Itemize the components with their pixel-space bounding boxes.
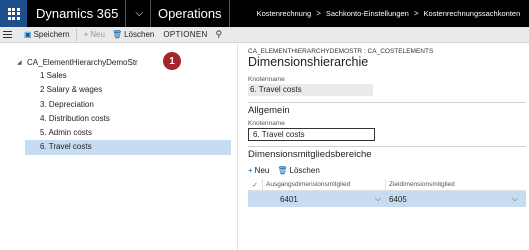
callout-badge: 1 [163, 52, 181, 70]
table-row[interactable]: 6401 ⌵ 6405 ⌵ [248, 191, 526, 207]
node-name-input[interactable]: 6. Travel costs [248, 128, 375, 141]
search-icon[interactable]: ⚲ [216, 29, 223, 40]
grid-toolbar: + Neu 🗑 Löschen [248, 166, 526, 175]
divider [149, 0, 151, 27]
node-name-label: Knotenname [248, 76, 285, 83]
tree-item[interactable]: 4. Distribution costs [25, 112, 231, 126]
hierarchy-tree: ◢ CA_ElementHierarchyDemoStr 1 Sales 2 S… [17, 55, 231, 155]
options-tab[interactable]: OPTIONEN [163, 30, 207, 39]
page-title: Dimensionshierarchie [248, 55, 369, 69]
tree-item-selected[interactable]: 6. Travel costs [25, 140, 231, 155]
chevron-right-icon: > [413, 9, 419, 18]
breadcrumb: Kostenrechnung > Sachkonto-Einstellungen… [257, 9, 521, 18]
breadcrumb-item[interactable]: Kostenrechnungssachkonten [424, 9, 521, 18]
node-name-readonly: 6. Travel costs [248, 84, 373, 96]
breadcrumb-item[interactable]: Sachkonto-Einstellungen [326, 9, 409, 18]
tree-root-label: CA_ElementHierarchyDemoStr [27, 57, 138, 67]
tree-item[interactable]: 2 Salary & wages [25, 83, 231, 97]
hamburger-menu-icon[interactable] [3, 31, 17, 38]
from-member-cell[interactable]: 6401 ⌵ [262, 191, 385, 207]
column-header-from[interactable]: Ausgangsdimensionsmitglied [262, 179, 385, 190]
grid-new-label: Neu [254, 166, 270, 175]
general-section-heading[interactable]: Allgemein [248, 105, 526, 116]
from-member-value: 6401 [280, 194, 298, 204]
divider [248, 102, 526, 103]
options-label: OPTIONEN [163, 30, 208, 39]
divider [125, 0, 127, 27]
select-all-check-icon[interactable]: ✓ [248, 181, 262, 189]
grid-new-button[interactable]: + Neu [248, 166, 269, 175]
ranges-grid: ✓ Ausgangsdimensionsmitglied Zieldimensi… [248, 179, 526, 207]
to-member-cell[interactable]: 6405 ⌵ [385, 191, 526, 207]
delete-button[interactable]: 🗑 Löschen [112, 30, 154, 39]
save-button[interactable]: ▣ Speichern [24, 30, 70, 39]
waffle-icon [7, 7, 20, 20]
top-nav-bar: Dynamics 365 ⌵ Operations Kostenrechnung… [0, 0, 529, 27]
chevron-down-icon[interactable]: ⌵ [512, 194, 522, 204]
module-name[interactable]: Operations [158, 6, 222, 21]
record-caption: CA_ELEMENTHIERARCHYDEMOSTR : CA_COSTELEM… [248, 48, 434, 55]
chevron-down-icon[interactable]: ⌵ [135, 8, 143, 19]
divider [248, 146, 526, 147]
save-label: Speichern [33, 30, 70, 39]
chevron-right-icon: > [316, 9, 321, 18]
app-name[interactable]: Dynamics 365 [36, 6, 118, 21]
trash-icon: 🗑 [277, 166, 288, 175]
trash-icon: 🗑 [111, 30, 123, 39]
tree-item[interactable]: 5. Admin costs [25, 126, 231, 140]
collapse-triangle-icon[interactable]: ◢ [17, 59, 27, 66]
detail-panel: CA_ELEMENTHIERARCHYDEMOSTR : CA_COSTELEM… [248, 46, 526, 207]
tree-item[interactable]: 1 Sales [25, 69, 231, 83]
save-icon: ▣ [24, 30, 32, 39]
column-header-to[interactable]: Zieldimensionsmitglied [385, 179, 526, 190]
grid-header-row: ✓ Ausgangsdimensionsmitglied Zieldimensi… [248, 179, 526, 191]
breadcrumb-item[interactable]: Kostenrechnung [257, 9, 312, 18]
grid-delete-button[interactable]: 🗑 Löschen [277, 166, 319, 175]
new-button[interactable]: + Neu [84, 30, 105, 39]
plus-icon: + [248, 166, 253, 175]
grid-delete-label: Löschen [289, 166, 320, 175]
divider [228, 0, 230, 27]
divider [75, 28, 77, 41]
panel-splitter[interactable] [237, 44, 238, 250]
app-launcher-button[interactable] [0, 0, 27, 27]
new-label: Neu [90, 30, 105, 39]
ranges-section-heading[interactable]: Dimensionsmitgliedsbereiche [248, 149, 526, 160]
tree-item[interactable]: 3. Depreciation [25, 98, 231, 112]
plus-icon: + [83, 30, 89, 39]
chevron-down-icon[interactable]: ⌵ [375, 194, 385, 204]
delete-label: Löschen [124, 30, 155, 39]
to-member-value: 6405 [389, 194, 407, 204]
action-pane: ▣ Speichern + Neu 🗑 Löschen OPTIONEN ⚲ [0, 27, 529, 43]
node-name-field-label: Knotenname [248, 120, 285, 127]
tree-root[interactable]: ◢ CA_ElementHierarchyDemoStr [17, 55, 231, 69]
